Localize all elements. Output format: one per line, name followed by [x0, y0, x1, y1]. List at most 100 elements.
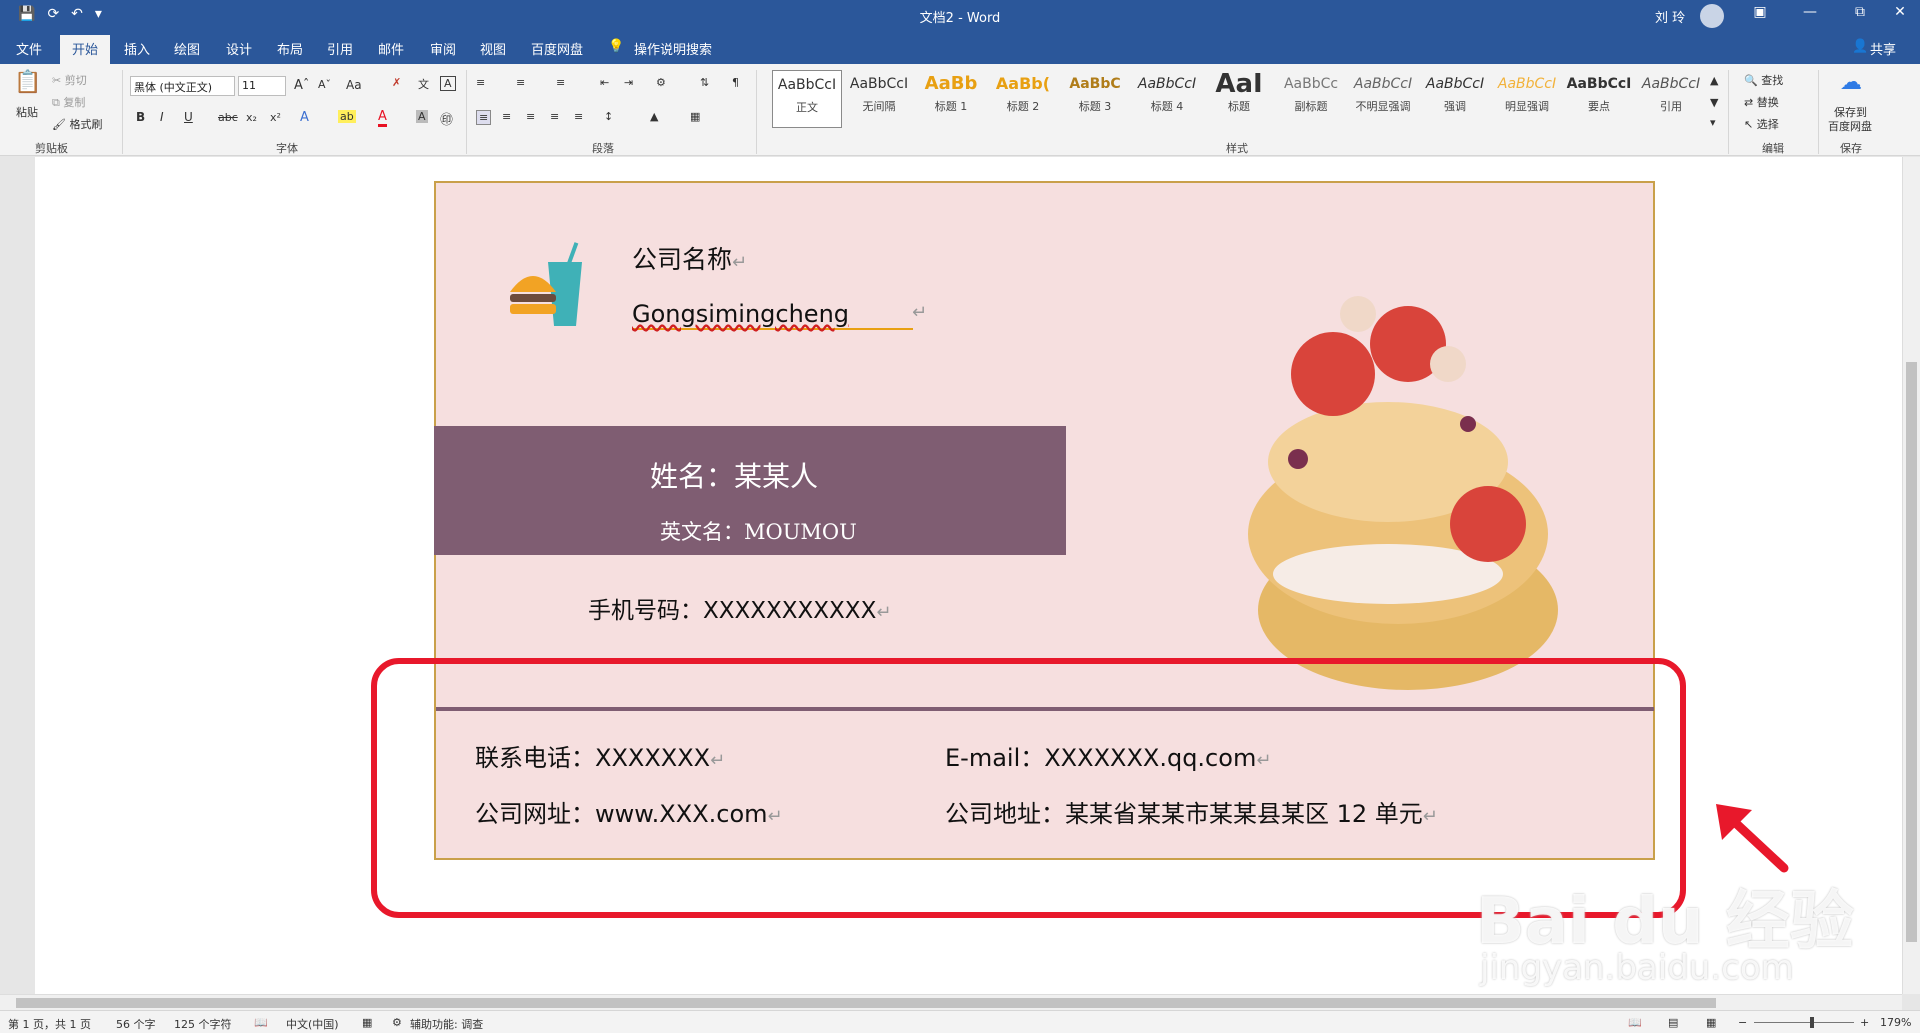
strikethrough-button[interactable]: abc	[218, 111, 238, 124]
restore-icon[interactable]: ⧉	[1840, 4, 1880, 20]
zoom-slider-handle[interactable]	[1810, 1017, 1814, 1028]
style-title[interactable]: AaI 标题	[1204, 70, 1274, 128]
ribbon-display-icon[interactable]: ▣	[1740, 4, 1780, 20]
proofing-icon[interactable]: 📖	[254, 1016, 268, 1029]
char-shading-icon[interactable]: A	[416, 110, 428, 123]
shrink-font-icon[interactable]: Aˇ	[318, 78, 331, 91]
save-to-label-2[interactable]: 百度网盘	[1828, 118, 1872, 134]
style-strong[interactable]: AaBbCcI 要点	[1564, 70, 1634, 128]
tab-file[interactable]: 文件	[16, 39, 42, 58]
copy-button[interactable]: ⧉ 复制	[52, 94, 85, 110]
font-color-icon[interactable]: A	[378, 109, 387, 127]
horizontal-scrollbar[interactable]	[0, 994, 1902, 1010]
vertical-scrollbar[interactable]	[1902, 157, 1920, 994]
font-size-select[interactable]: 11	[238, 76, 286, 96]
close-icon[interactable]: ✕	[1880, 4, 1920, 20]
zoom-out-icon[interactable]: −	[1738, 1016, 1747, 1029]
align-center-icon[interactable]: ≡	[502, 110, 511, 123]
highlight-icon[interactable]: ab	[338, 110, 356, 123]
print-layout-icon[interactable]: ▤	[1668, 1016, 1678, 1029]
share-icon[interactable]: 👤	[1852, 39, 1868, 54]
tab-baidu-netdisk[interactable]: 百度网盘	[531, 39, 583, 58]
tab-home[interactable]: 开始	[60, 35, 111, 64]
tab-insert[interactable]: 插入	[124, 39, 150, 58]
change-case-button[interactable]: Aa	[346, 78, 362, 92]
style-heading-2[interactable]: AaBb(标题 2	[988, 70, 1058, 128]
language[interactable]: 中文(中国)	[286, 1016, 339, 1032]
tell-me-search[interactable]: 操作说明搜索	[634, 39, 712, 58]
accessibility-status[interactable]: 辅助功能: 调查	[410, 1016, 483, 1032]
styles-scroll-down-icon[interactable]: ▼	[1710, 96, 1718, 109]
align-right-icon[interactable]: ≡	[526, 110, 535, 123]
paste-icon[interactable]: 📋	[14, 70, 41, 95]
vertical-scroll-thumb[interactable]	[1906, 362, 1917, 942]
style-emphasis[interactable]: AaBbCcI 强调	[1420, 70, 1490, 128]
horizontal-scroll-thumb[interactable]	[16, 998, 1716, 1008]
accessibility-icon[interactable]: ⚙	[392, 1016, 402, 1029]
tab-draw[interactable]: 绘图	[174, 39, 200, 58]
baidu-cloud-icon[interactable]: ☁	[1840, 70, 1862, 95]
style-heading-3[interactable]: AaBbC 标题 3	[1060, 70, 1130, 128]
chinese-layout-icon[interactable]: ⚙	[656, 76, 666, 89]
web-layout-icon[interactable]: ▦	[1706, 1016, 1716, 1029]
increase-indent-icon[interactable]: ⇥	[624, 76, 633, 89]
style-subtle-emphasis[interactable]: AaBbCcI 不明显强调	[1348, 70, 1418, 128]
char-count[interactable]: 125 个字符	[174, 1016, 232, 1032]
show-marks-icon[interactable]: ¶	[732, 76, 739, 89]
multilevel-list-icon[interactable]: ≡	[556, 76, 565, 89]
phonetic-guide-icon[interactable]: 文	[418, 76, 429, 92]
tab-layout[interactable]: 布局	[277, 39, 303, 58]
justify-icon[interactable]: ≡	[550, 110, 559, 123]
tab-mailings[interactable]: 邮件	[378, 39, 404, 58]
style-subtitle[interactable]: AaBbCc 副标题	[1276, 70, 1346, 128]
italic-button[interactable]: I	[160, 110, 164, 124]
shading-icon[interactable]: ▲	[650, 110, 658, 123]
styles-scroll-up-icon[interactable]: ▲	[1710, 74, 1718, 87]
read-mode-icon[interactable]: 📖	[1628, 1016, 1642, 1029]
font-name-select[interactable]: 黑体 (中文正文)	[130, 76, 235, 96]
decrease-indent-icon[interactable]: ⇤	[600, 76, 609, 89]
avatar[interactable]	[1700, 4, 1724, 28]
page-count[interactable]: 第 1 页，共 1 页	[8, 1016, 91, 1032]
select-button[interactable]: ↖ 选择	[1744, 116, 1779, 132]
borders-icon[interactable]: ▦	[690, 110, 700, 123]
format-painter-button[interactable]: 🖌 格式刷	[52, 116, 102, 132]
replace-button[interactable]: ⇄ 替换	[1744, 94, 1779, 110]
superscript-button[interactable]: x²	[270, 111, 281, 124]
line-spacing-icon[interactable]: ↕	[604, 110, 613, 123]
find-button[interactable]: 🔍 查找	[1744, 72, 1783, 88]
style-intense-emphasis[interactable]: AaBbCcI 明显强调	[1492, 70, 1562, 128]
macro-icon[interactable]: ▦	[362, 1016, 372, 1029]
underline-button[interactable]: U	[184, 110, 193, 124]
style-no-spacing[interactable]: AaBbCcI 无间隔	[844, 70, 914, 128]
tab-view[interactable]: 视图	[480, 39, 506, 58]
style-quote[interactable]: AaBbCcI 引用	[1636, 70, 1706, 128]
grow-font-icon[interactable]: Aˆ	[294, 78, 309, 93]
numbering-icon[interactable]: ≡	[516, 76, 525, 89]
sort-icon[interactable]: ⇅	[700, 76, 709, 89]
enclose-char-icon[interactable]: ㊞	[440, 109, 453, 128]
tab-design[interactable]: 设计	[226, 39, 252, 58]
styles-more-icon[interactable]: ▾	[1710, 116, 1716, 129]
word-count[interactable]: 56 个字	[116, 1016, 156, 1032]
tab-review[interactable]: 审阅	[430, 39, 456, 58]
style-normal[interactable]: AaBbCcI 正文	[772, 70, 842, 128]
zoom-slider[interactable]	[1754, 1022, 1854, 1023]
style-heading-4[interactable]: AaBbCcI 标题 4	[1132, 70, 1202, 128]
style-heading-1[interactable]: AaBb 标题 1	[916, 70, 986, 128]
subscript-button[interactable]: x₂	[246, 111, 257, 124]
user-name[interactable]: 刘 玲	[1655, 7, 1685, 26]
bold-button[interactable]: B	[136, 110, 145, 124]
bullets-icon[interactable]: ≡	[476, 76, 485, 89]
cut-button[interactable]: ✂ 剪切	[52, 72, 87, 88]
minimize-icon[interactable]: —	[1790, 4, 1830, 20]
tab-references[interactable]: 引用	[327, 39, 353, 58]
clear-format-icon[interactable]: ✗	[392, 76, 401, 89]
char-border-icon[interactable]: A	[440, 76, 456, 91]
paste-button[interactable]: 粘贴	[16, 104, 38, 120]
zoom-level[interactable]: 179%	[1880, 1016, 1911, 1029]
share-button[interactable]: 共享	[1870, 39, 1896, 58]
distributed-icon[interactable]: ≡	[574, 110, 583, 123]
text-effects-icon[interactable]: A	[300, 110, 309, 125]
zoom-in-icon[interactable]: +	[1860, 1016, 1869, 1029]
